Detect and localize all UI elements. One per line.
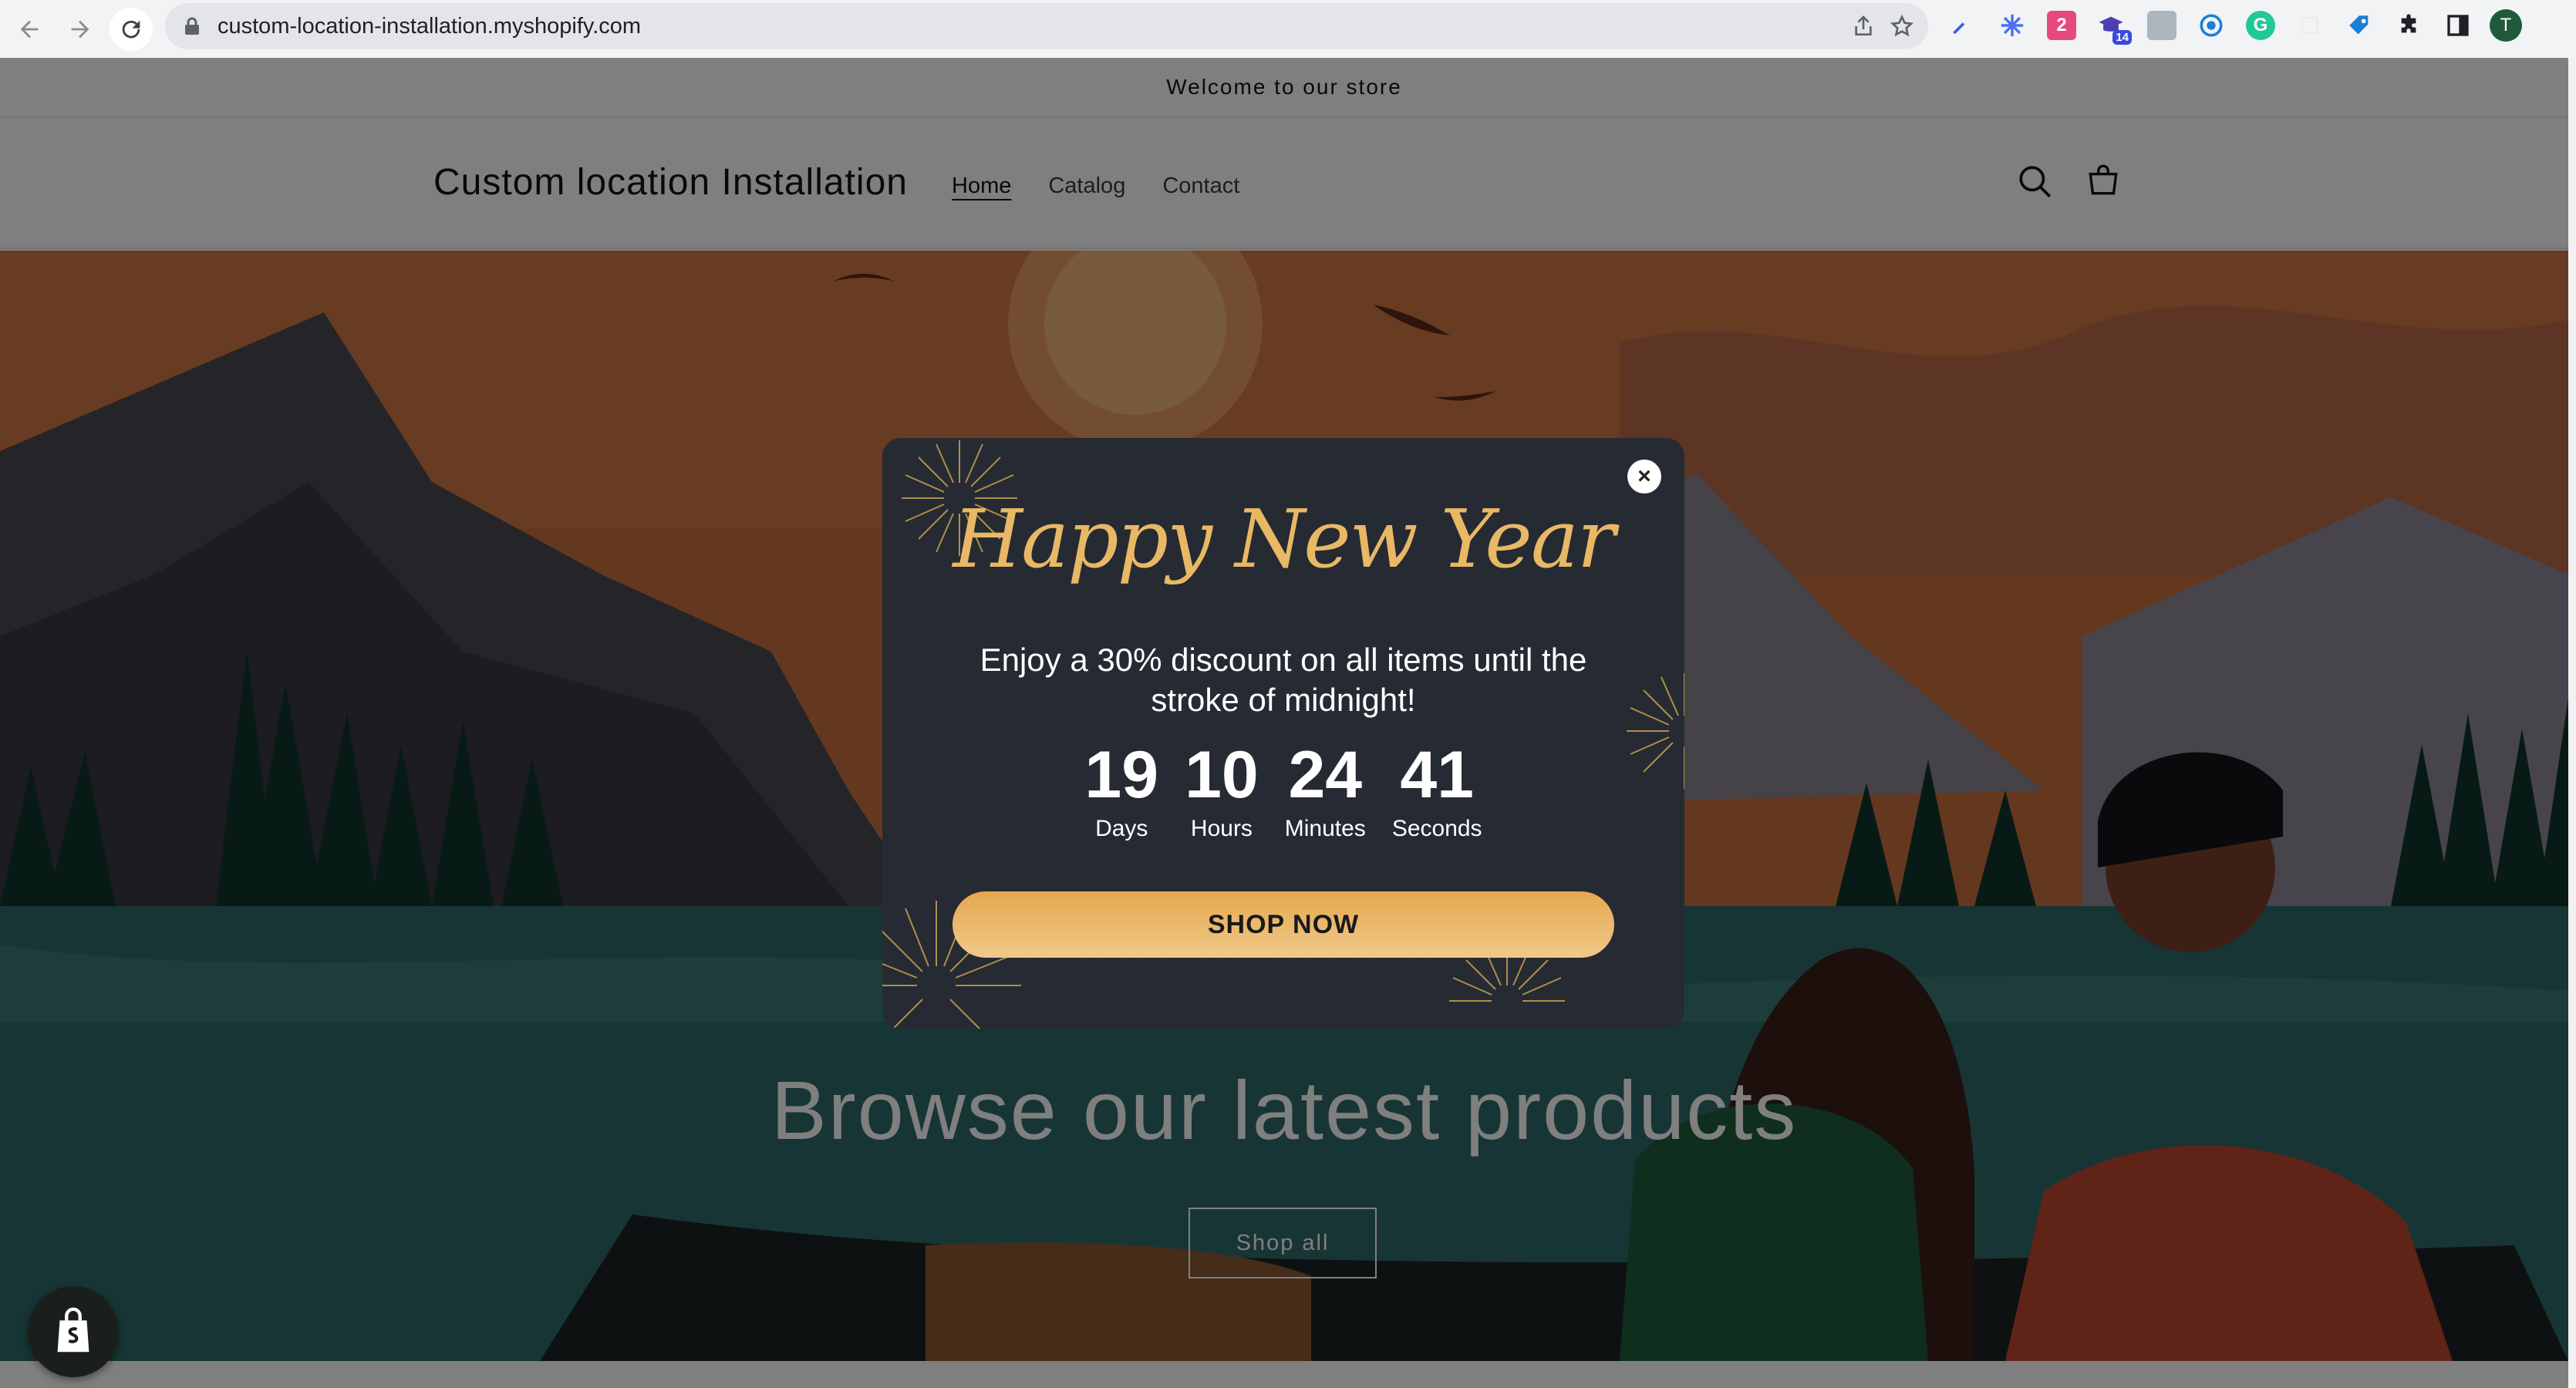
bookmark-star-icon[interactable] [1890,14,1914,39]
countdown-value: 19 [1084,738,1159,812]
reload-icon [122,20,140,39]
reload-button[interactable] [110,8,153,51]
side-panel-icon[interactable] [2443,11,2473,40]
number-extension-icon[interactable]: 2 [2047,11,2076,40]
countdown-label: Minutes [1284,816,1366,841]
back-button[interactable] [8,8,51,51]
countdown-hours: 10 Hours [1185,739,1259,842]
countdown-days: 19 Days [1084,739,1158,842]
popup-title: Happy New Year [953,492,1615,586]
pen-extension-icon[interactable] [1945,11,1974,40]
shopify-bag-icon [57,1307,89,1353]
countdown-timer: 19 Days 10 Hours 24 Minutes 41 Seconds [882,739,1684,842]
countdown-value: 41 [1400,738,1475,812]
image-extension-icon[interactable] [2147,11,2176,40]
tag-extension-icon[interactable] [2345,11,2374,40]
blank-extension-icon[interactable] [2295,11,2325,40]
browser-toolbar: custom-location-installation.myshopify.c… [0,0,2576,58]
profile-avatar[interactable]: T [2490,9,2522,42]
lock-icon [185,17,199,35]
share-icon[interactable] [1851,14,1876,39]
countdown-label: Seconds [1391,816,1482,841]
graduation-extension-icon[interactable]: 14 [2096,11,2132,45]
grammarly-extension-icon[interactable]: G [2246,11,2275,40]
extension-badge: 14 [2112,30,2132,45]
countdown-value: 24 [1288,738,1363,812]
forward-button[interactable] [59,8,102,51]
arrow-left-icon [20,20,39,39]
url-text: custom-location-installation.myshopify.c… [217,14,642,39]
puzzle-extensions-icon[interactable] [2394,11,2423,40]
close-popup-button[interactable]: × [1627,460,1661,494]
shop-now-button[interactable]: SHOP NOW [953,891,1614,958]
countdown-value: 10 [1185,738,1259,812]
countdown-minutes: 24 Minutes [1285,739,1366,842]
page-scrollbar[interactable] [2568,58,2576,1388]
arrow-right-icon [71,20,89,39]
sparkle-extension-icon[interactable] [1998,11,2027,40]
new-year-popup: × Happy New Year Enjoy a 30% discount on… [882,438,1684,1029]
countdown-seconds: 41 Seconds [1392,739,1482,842]
countdown-label: Hours [1190,816,1253,841]
address-bar[interactable]: custom-location-installation.myshopify.c… [165,3,1928,49]
countdown-label: Days [1095,816,1148,841]
search-extension-icon[interactable] [2197,11,2226,40]
shopify-badge[interactable] [28,1286,119,1377]
popup-offer-text: Enjoy a 30% discount on all items until … [979,642,1587,718]
